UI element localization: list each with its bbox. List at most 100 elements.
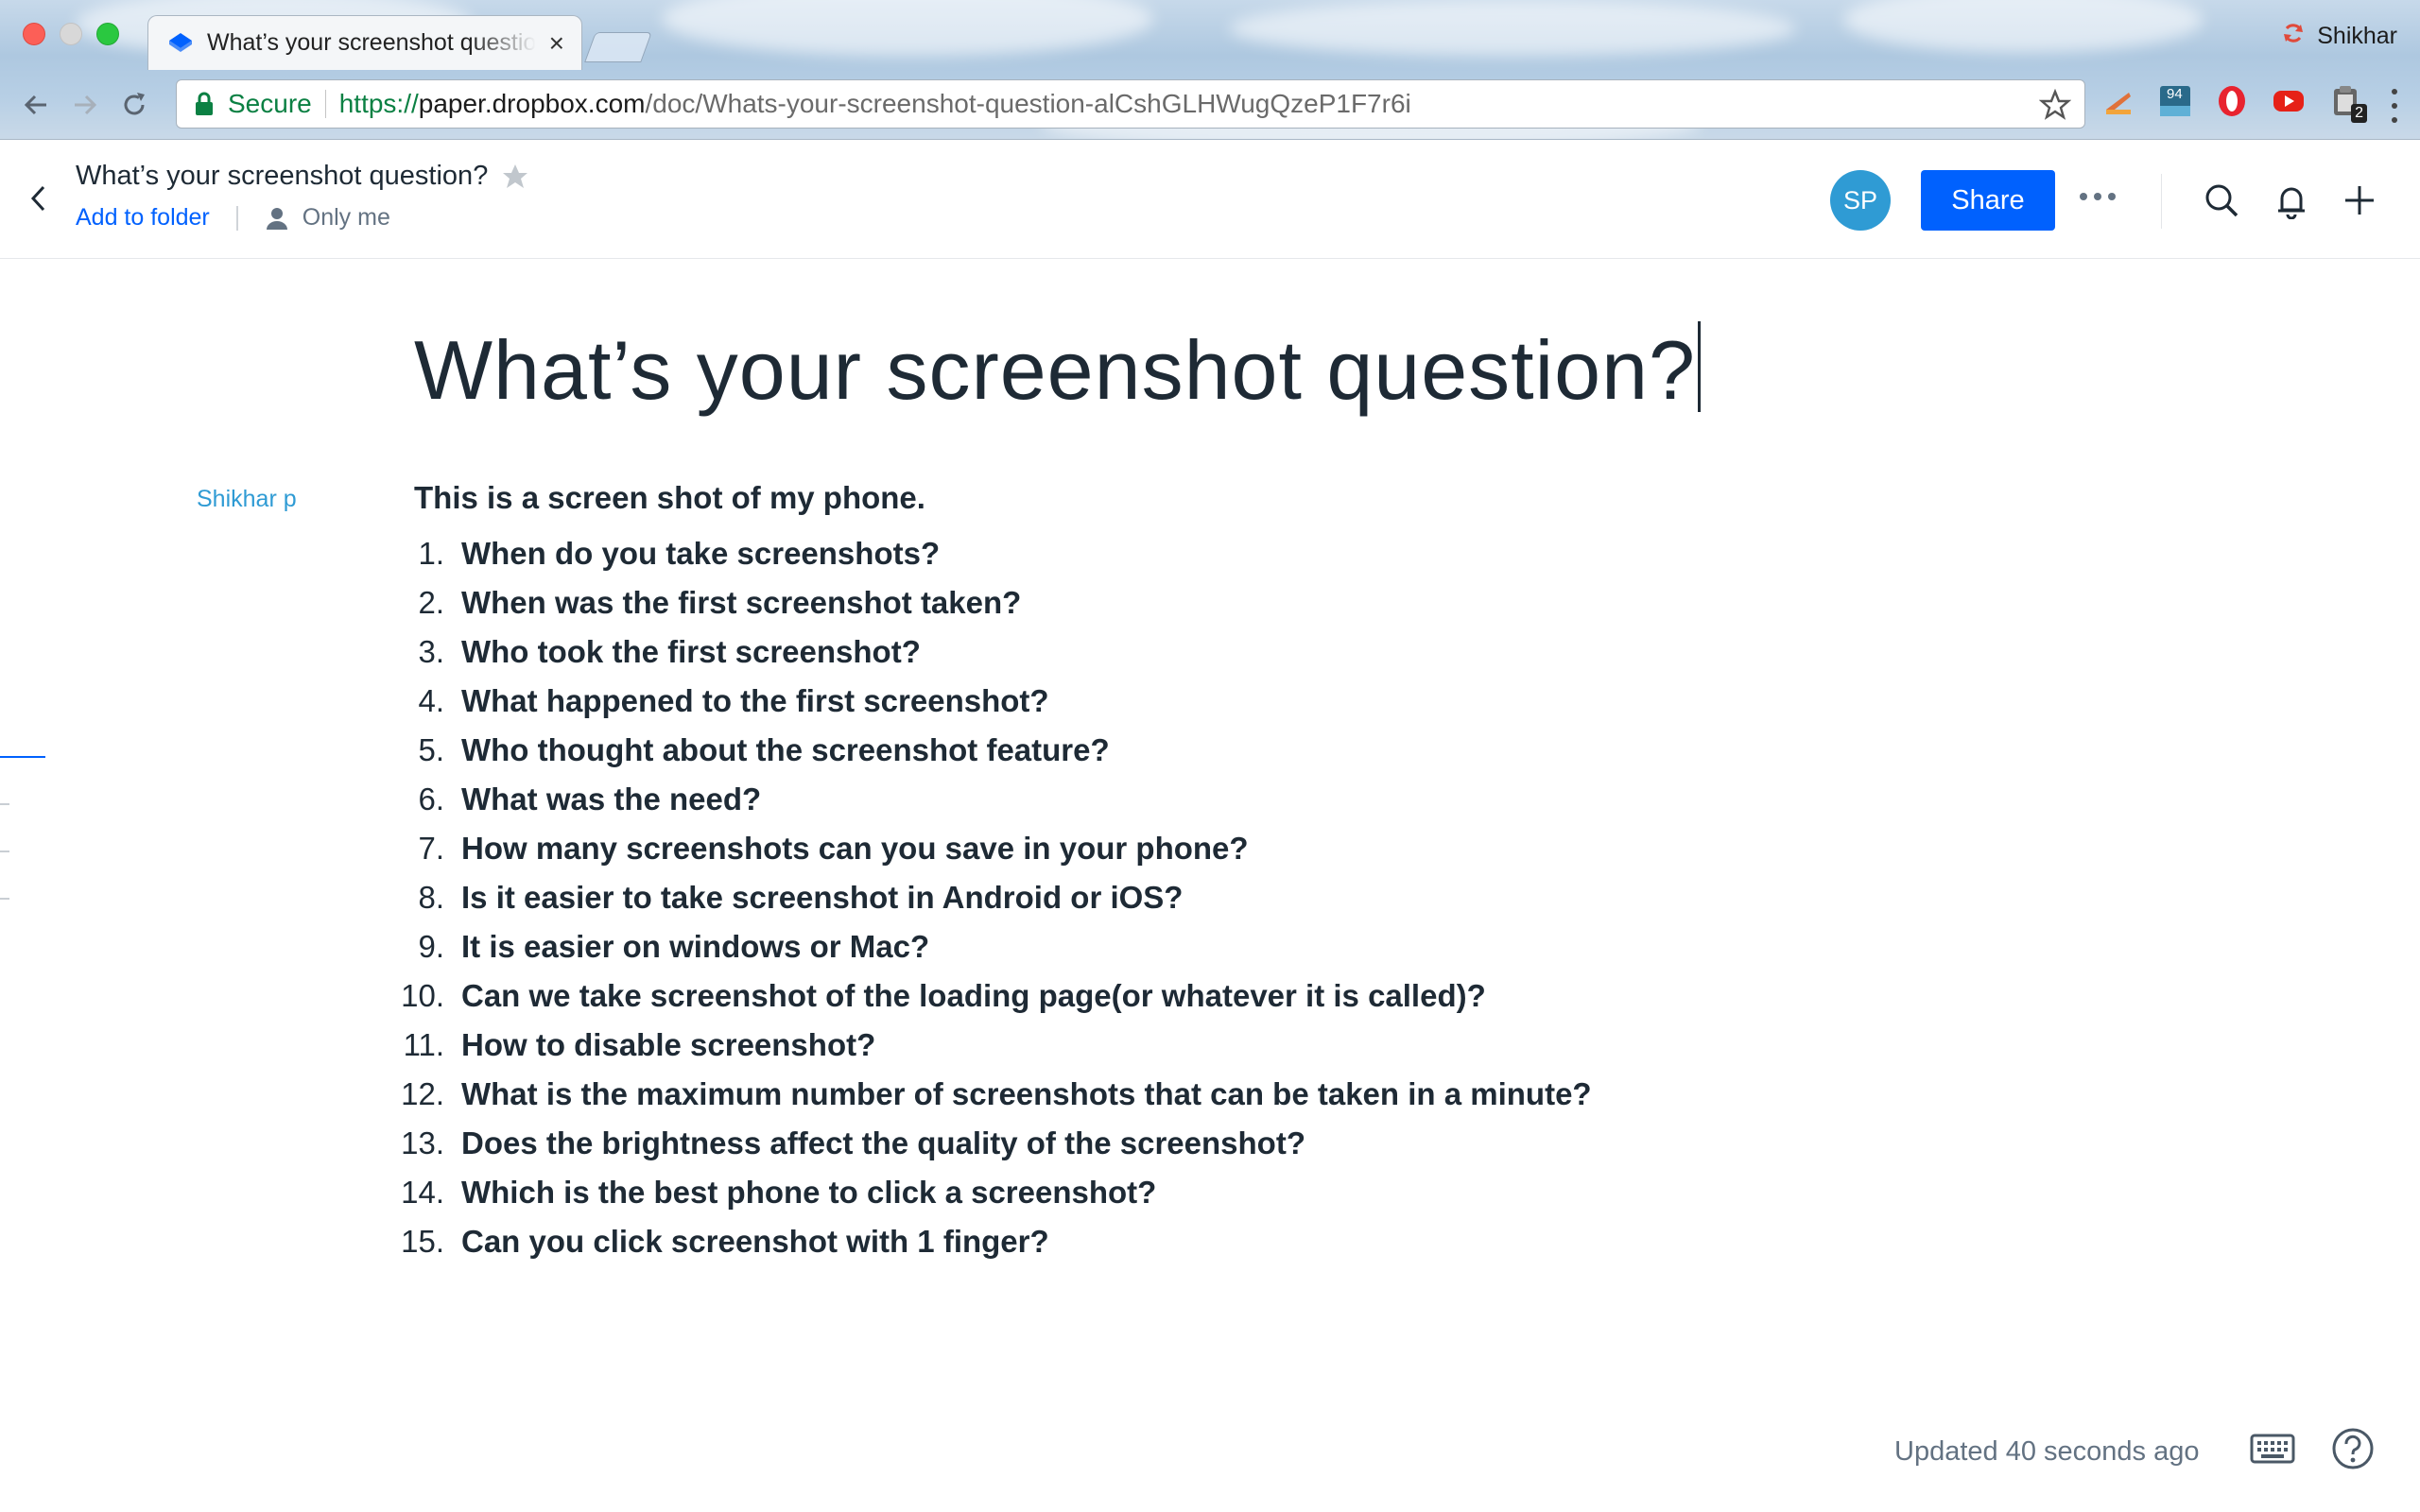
keyboard-icon[interactable] [2250, 1433, 2295, 1465]
list-number: 13. [401, 1125, 444, 1160]
youtube-icon[interactable] [2271, 83, 2307, 119]
list-item[interactable]: 12. What is the maximum number of screens… [397, 1070, 1591, 1119]
list-text: Can we take screenshot of the loading pa… [461, 978, 1486, 1013]
list-number: 15. [401, 1224, 444, 1259]
list-item[interactable]: 1. When do you take screenshots? [397, 529, 1592, 578]
list-text: How to disable screenshot? [461, 1027, 876, 1062]
list-item[interactable]: 14. Which is the best phone to click a sc… [397, 1168, 1592, 1217]
favorite-star-icon[interactable] [501, 163, 529, 191]
lock-icon [196, 92, 213, 115]
list-text: Who thought about the screenshot feature… [461, 732, 1110, 767]
secure-label: Secure [228, 89, 312, 118]
outline-marker[interactable] [0, 803, 9, 805]
add-to-folder-link[interactable]: Add to folder [76, 204, 210, 232]
reload-button[interactable] [110, 80, 159, 129]
document-body: What’s your screenshot question? Shikhar… [0, 259, 2420, 1512]
list-text: It is easier on windows or Mac? [461, 929, 930, 964]
plus-icon[interactable] [2341, 181, 2378, 219]
counter-icon[interactable]: 94 [2157, 83, 2193, 119]
list-number: 3. [418, 634, 444, 669]
list-text: Which is the best phone to click a scree… [461, 1175, 1157, 1210]
list-text: When do you take screenshots? [461, 536, 941, 571]
outline-marker-active[interactable] [0, 756, 45, 758]
tab-close-icon[interactable]: × [549, 29, 564, 57]
address-bar[interactable]: Secure https:// paper.dropbox.com /doc/W… [176, 79, 2085, 129]
arrow-left-icon [24, 94, 46, 115]
list-text: How many screenshots can you save in you… [461, 831, 1249, 866]
list-item[interactable]: 2. When was the first screenshot taken? [397, 578, 1592, 627]
list-item[interactable]: 5. Who thought about the screenshot featu… [397, 726, 1592, 775]
list-number: 1. [418, 536, 444, 571]
list-text: Who took the first screenshot? [461, 634, 921, 669]
outline-marker[interactable] [0, 850, 9, 852]
more-options-icon[interactable] [2080, 193, 2116, 200]
clipboard-badge: 2 [2351, 104, 2367, 123]
search-icon[interactable] [2203, 181, 2240, 219]
forward-button[interactable] [60, 80, 110, 129]
doc-meta: Add to folder Only me [76, 204, 390, 232]
list-number: 10. [401, 978, 444, 1013]
profile-button[interactable]: Shikhar [2281, 21, 2397, 52]
sharing-status[interactable]: Only me [302, 204, 390, 232]
list-item[interactable]: 8. Is it easier to take screenshot in And… [397, 873, 1592, 922]
list-item[interactable]: 10. Can we take screenshot of the loading… [397, 971, 1592, 1021]
list-item[interactable]: 6. What was the need? [397, 775, 1592, 824]
minimize-window-button[interactable] [60, 23, 82, 45]
list-number: 12. [401, 1076, 444, 1111]
list-item[interactable]: 7. How many screenshots can you save in y… [397, 824, 1592, 873]
list-text: Does the brightness affect the quality o… [461, 1125, 1305, 1160]
omnibox-divider [324, 90, 326, 118]
maximize-window-button[interactable] [96, 23, 119, 45]
list-item[interactable]: 11. How to disable screenshot? [397, 1021, 1592, 1070]
text-caret [1698, 321, 1701, 412]
list-item[interactable]: 13. Does the brightness affect the qualit… [397, 1119, 1592, 1168]
share-button[interactable]: Share [1921, 170, 2055, 231]
list-number: 9. [418, 929, 444, 964]
document-title[interactable]: What’s your screenshot question? [414, 321, 1701, 419]
list-text: When was the first screenshot taken? [461, 585, 1022, 620]
list-number: 4. [418, 683, 444, 718]
extensions-bar: 94 2 [2100, 83, 2367, 123]
intro-paragraph[interactable]: This is a screen shot of my phone. [414, 480, 925, 516]
window-controls [23, 23, 119, 45]
browser-toolbar: Secure https:// paper.dropbox.com /doc/W… [0, 70, 2420, 140]
new-tab-button[interactable] [584, 32, 652, 62]
list-item[interactable]: 3. Who took the first screenshot? [397, 627, 1592, 677]
document-header: What’s your screenshot question? Add to … [0, 140, 2420, 259]
bookmark-star-icon[interactable] [2039, 89, 2071, 121]
list-item[interactable]: 9. It is easier on windows or Mac? [397, 922, 1592, 971]
counter-badge: 94 [2167, 86, 2183, 102]
doc-header-title-text: What’s your screenshot question? [76, 161, 489, 191]
chevron-left-icon[interactable] [26, 181, 51, 215]
browser-tab-active[interactable]: What’s your screenshot question? × [147, 15, 582, 70]
list-item[interactable]: 4. What happened to the first screenshot? [397, 677, 1592, 726]
user-avatar[interactable]: SP [1830, 170, 1891, 231]
list-text: Is it easier to take screenshot in Andro… [461, 880, 1184, 915]
close-window-button[interactable] [23, 23, 45, 45]
arrow-right-icon [75, 94, 97, 115]
doc-header-title: What’s your screenshot question? [76, 161, 529, 192]
outline-marker[interactable] [0, 898, 9, 900]
sync-icon [2281, 21, 2306, 52]
last-updated-status: Updated 40 seconds ago [1894, 1436, 2200, 1467]
reload-icon [124, 93, 145, 115]
paint-icon[interactable] [2100, 83, 2136, 119]
list-number: 11. [403, 1027, 444, 1062]
help-icon[interactable] [2331, 1427, 2375, 1470]
list-number: 6. [418, 782, 444, 816]
meta-divider [235, 205, 238, 231]
browser-menu-icon[interactable] [2390, 89, 2399, 123]
url-host: paper.dropbox.com [418, 89, 646, 118]
author-attribution: Shikhar p [197, 486, 297, 512]
bell-icon[interactable] [2273, 181, 2310, 219]
list-item[interactable]: 15. Can you click screenshot with 1 finge… [397, 1217, 1592, 1266]
list-text: What was the need? [461, 782, 762, 816]
url-path: /doc/Whats-your-screenshot-question-alCs… [645, 89, 1411, 118]
url-scheme: https:// [338, 89, 419, 118]
back-button[interactable] [11, 80, 60, 129]
list-number: 2. [418, 585, 444, 620]
opera-icon[interactable] [2214, 83, 2250, 119]
list-number: 5. [418, 732, 444, 767]
list-text: Can you click screenshot with 1 finger? [461, 1224, 1049, 1259]
clipboard-icon[interactable]: 2 [2327, 83, 2367, 123]
